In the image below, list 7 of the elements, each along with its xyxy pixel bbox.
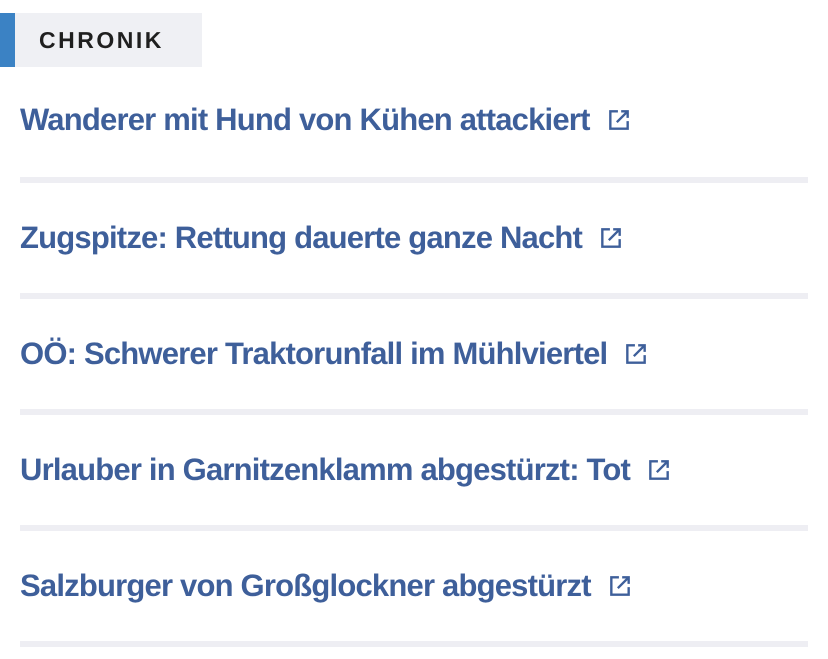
article-link[interactable]: Salzburger von Großglockner abgestürzt	[20, 568, 591, 604]
accent-bar	[0, 13, 15, 67]
article-link[interactable]: Zugspitze: Rettung dauerte ganze Nacht	[20, 220, 582, 256]
article-link[interactable]: OÖ: Schwerer Traktorunfall im Mühlviertel	[20, 336, 608, 372]
article-link[interactable]: Wanderer mit Hund von Kühen attackiert	[20, 102, 590, 138]
article-link[interactable]: Urlauber in Garnitzenklamm abgestürzt: Tot	[20, 452, 630, 488]
section-title: CHRONIK	[39, 26, 164, 54]
